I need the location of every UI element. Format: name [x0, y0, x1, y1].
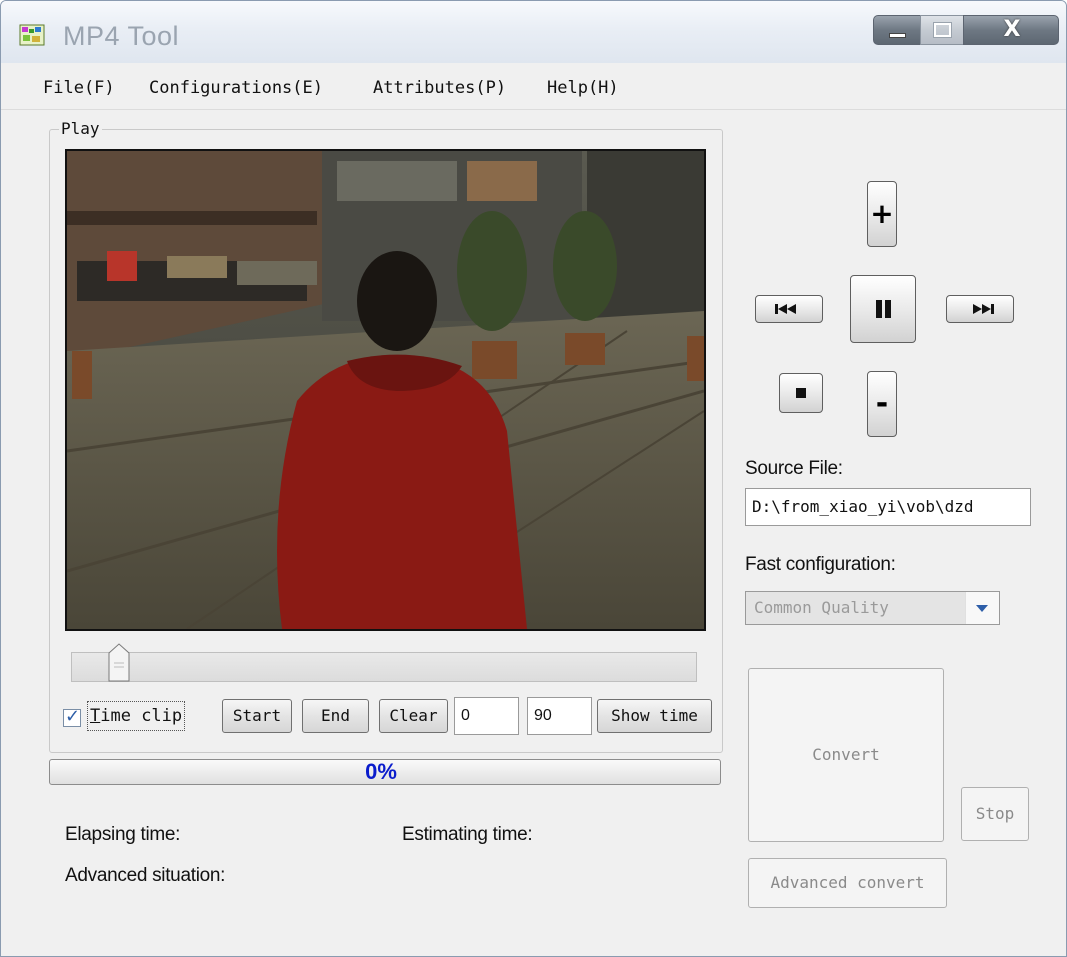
maximize-icon — [933, 22, 952, 38]
pause-icon — [876, 300, 891, 318]
volume-up-button[interactable]: + — [867, 181, 897, 247]
video-frame-image — [67, 151, 704, 629]
seek-slider-thumb[interactable] — [107, 643, 131, 683]
fast-configuration-select[interactable]: Common Quality — [745, 591, 1000, 625]
convert-button[interactable]: Convert — [748, 668, 944, 842]
seek-slider-track[interactable] — [71, 652, 697, 682]
mp4-tool-window: MP4 Tool X File(F) Configurations(E) Att… — [0, 0, 1067, 957]
clip-start-field[interactable]: 0 — [454, 697, 519, 735]
stop-playback-button[interactable] — [779, 373, 823, 413]
window-controls: X — [873, 15, 1061, 47]
time-clip-checkbox[interactable]: ✓ — [63, 706, 81, 727]
fast-forward-button[interactable] — [946, 295, 1014, 323]
elapsing-time-label: Elapsing time: — [65, 824, 181, 845]
estimating-time-label: Estimating time: — [402, 824, 533, 845]
advanced-convert-button[interactable]: Advanced convert — [748, 858, 947, 908]
stop-icon — [796, 388, 806, 398]
video-preview[interactable] — [65, 149, 706, 631]
end-button[interactable]: End — [302, 699, 369, 733]
fast-configuration-selected: Common Quality — [754, 598, 889, 617]
advanced-situation-label: Advanced situation: — [65, 865, 226, 886]
fast-forward-icon — [973, 304, 994, 314]
checkmark-icon: ✓ — [65, 706, 81, 727]
minimize-button[interactable] — [873, 15, 921, 45]
plus-icon: + — [870, 197, 894, 230]
pause-button[interactable] — [850, 275, 916, 343]
time-clip-label-rest: ime clip — [100, 706, 183, 726]
volume-down-button[interactable]: - — [867, 371, 897, 437]
menu-attributes[interactable]: Attributes(P) — [373, 78, 506, 98]
window-title: MP4 Tool — [63, 21, 180, 51]
app-icon — [19, 24, 45, 46]
minus-icon: - — [875, 386, 889, 421]
maximize-button[interactable] — [920, 15, 964, 45]
menu-file[interactable]: File(F) — [43, 78, 115, 98]
chevron-down-icon[interactable] — [965, 592, 999, 624]
title-bar[interactable]: MP4 Tool X — [1, 1, 1066, 63]
play-group-label: Play — [59, 119, 102, 138]
clear-button[interactable]: Clear — [379, 699, 448, 733]
show-time-button[interactable]: Show time — [597, 699, 712, 733]
progress-percent: 0% — [365, 759, 397, 784]
menu-help[interactable]: Help(H) — [547, 78, 619, 98]
time-clip-label[interactable]: Time clip — [87, 701, 186, 731]
source-file-field[interactable]: D:\from_xiao_yi\vob\dzd — [745, 488, 1031, 526]
stop-convert-button[interactable]: Stop — [961, 787, 1029, 841]
rewind-button[interactable] — [755, 295, 823, 323]
time-clip-label-hotkey: T — [90, 706, 101, 726]
fast-configuration-label: Fast configuration: — [745, 554, 896, 575]
menu-bar: File(F) Configurations(E) Attributes(P) … — [1, 63, 1066, 110]
menu-configurations[interactable]: Configurations(E) — [149, 78, 323, 98]
close-button[interactable]: X — [963, 15, 1059, 45]
source-file-label: Source File: — [745, 458, 843, 479]
clip-end-field[interactable]: 90 — [527, 697, 592, 735]
start-button[interactable]: Start — [222, 699, 292, 733]
rewind-icon — [775, 304, 796, 314]
minimize-icon — [889, 33, 906, 38]
close-icon: X — [1003, 17, 1021, 42]
